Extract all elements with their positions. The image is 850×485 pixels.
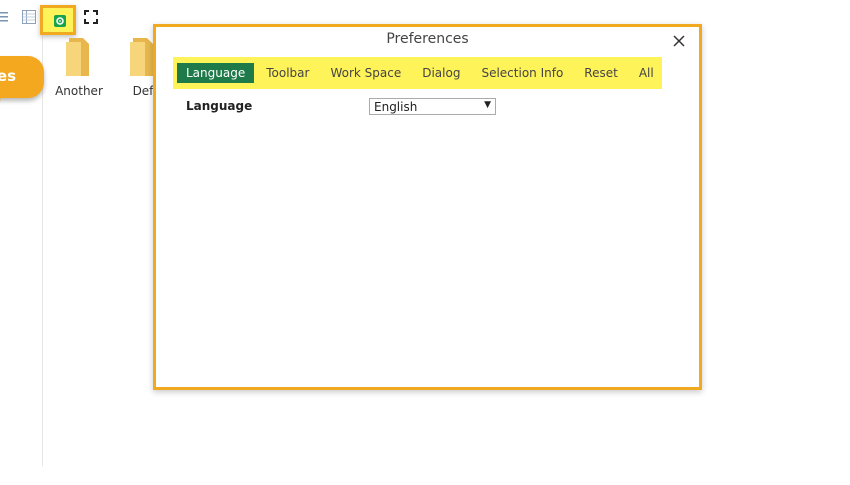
callout-label: es (0, 67, 16, 85)
preferences-tabbar: Language Toolbar Work Space Dialog Selec… (173, 57, 662, 89)
tab-dialog[interactable]: Dialog (413, 63, 469, 83)
folder-icon (66, 38, 89, 76)
tab-work-space[interactable]: Work Space (321, 63, 410, 83)
folder-name: Another (55, 84, 103, 98)
tab-all[interactable]: All (630, 63, 663, 83)
close-icon[interactable] (671, 33, 687, 49)
dialog-title: Preferences (386, 31, 469, 47)
chevron-down-icon: ▼ (484, 100, 491, 110)
tab-language[interactable]: Language (177, 63, 255, 83)
fullscreen-icon[interactable] (84, 9, 98, 25)
tab-selection-info[interactable]: Selection Info (472, 63, 572, 83)
callout-pointer (0, 85, 10, 113)
tooltip-callout: es (0, 56, 44, 113)
tab-reset[interactable]: Reset (575, 63, 627, 83)
sidebar-divider (42, 30, 43, 466)
preferences-button-highlight (40, 5, 76, 35)
language-field-label: Language (186, 99, 253, 113)
list-view-icon[interactable] (0, 9, 8, 25)
preferences-dialog: Preferences Language Toolbar Work Space … (153, 24, 702, 390)
folder-item[interactable]: Another (47, 38, 111, 98)
details-view-icon[interactable] (22, 9, 36, 25)
language-select[interactable]: English ▼ (369, 98, 496, 115)
gear-icon[interactable] (54, 15, 66, 27)
tab-toolbar[interactable]: Toolbar (257, 63, 318, 83)
language-select-value: English (374, 100, 418, 114)
